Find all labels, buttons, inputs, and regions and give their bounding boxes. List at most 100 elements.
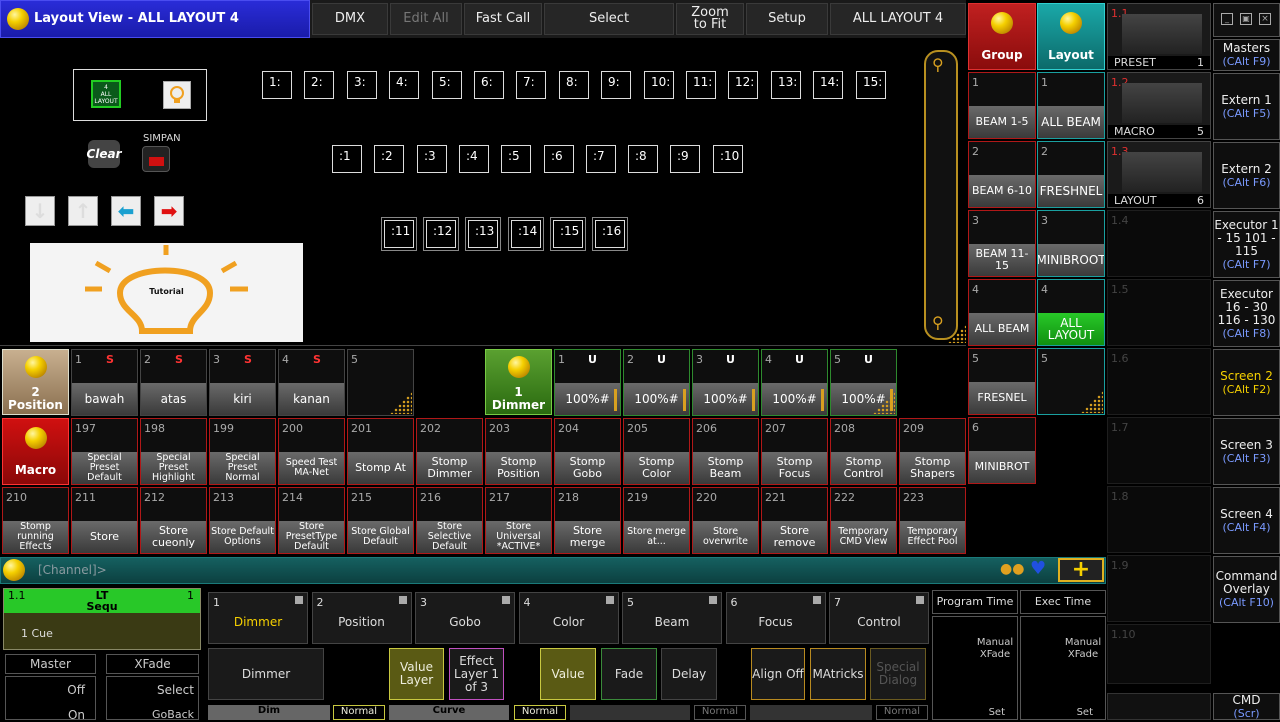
position-item-4[interactable]: 4 Skanan: [278, 349, 345, 416]
layout-tile-icon[interactable]: 4 ALL LAYOUT: [91, 80, 121, 108]
canvas-scrollbar[interactable]: [924, 50, 958, 340]
xfade-label[interactable]: XFade: [106, 654, 199, 674]
viewer-1.10[interactable]: 1.10: [1107, 624, 1211, 684]
dmx-button[interactable]: DMX: [312, 3, 388, 35]
dimmer-item-3[interactable]: 3 U 100%#: [692, 349, 759, 416]
fixture-1-12[interactable]: 12:: [728, 71, 758, 99]
position-item-1[interactable]: 1 Sbawah: [71, 349, 138, 416]
viewer-1.8[interactable]: 1.8: [1107, 486, 1211, 553]
macro-202[interactable]: 202 Stomp Dimmer: [416, 418, 483, 485]
fixture-3-5[interactable]: :15: [550, 217, 586, 251]
group-item-5[interactable]: 5 FRESNEL: [968, 348, 1036, 415]
viewer-1.6[interactable]: 1.6: [1107, 348, 1211, 415]
macro-208[interactable]: 208 Stomp Control: [830, 418, 897, 485]
macro-198[interactable]: 198 Special Preset Highlight: [140, 418, 207, 485]
normal-footer-2[interactable]: Normal: [514, 705, 566, 720]
preset-type-control[interactable]: 7 Control: [829, 592, 929, 644]
macro-206[interactable]: 206 Stomp Beam: [692, 418, 759, 485]
macro-199[interactable]: 199 Special Preset Normal: [209, 418, 276, 485]
fixture-1-2[interactable]: 2:: [304, 71, 334, 99]
dimmer-item-2[interactable]: 2 U 100%#: [623, 349, 690, 416]
edit-all-button[interactable]: Edit All: [390, 3, 462, 35]
fixture-1-10[interactable]: 10:: [644, 71, 674, 99]
normal-footer-4[interactable]: Normal: [876, 705, 928, 720]
align-button[interactable]: Align Off: [751, 648, 805, 700]
right-btn-8[interactable]: Screen 4 (CAlt F4): [1213, 487, 1280, 554]
macro-217[interactable]: 217 Store Universal *ACTIVE*: [485, 487, 552, 554]
fixture-2-7[interactable]: :7: [586, 145, 616, 173]
preset-type-focus[interactable]: 6 Focus: [725, 592, 826, 644]
fixture-2-2[interactable]: :2: [374, 145, 404, 173]
preset-type-dimmer[interactable]: 1 Dimmer: [208, 592, 308, 644]
fixture-2-5[interactable]: :5: [501, 145, 531, 173]
macro-214[interactable]: 214 Store PresetType Default: [278, 487, 345, 554]
command-line-input[interactable]: [Channel]>: [38, 563, 107, 577]
matricks-button[interactable]: MAtricks: [810, 648, 866, 700]
fixture-1-6[interactable]: 6:: [474, 71, 504, 99]
exec-time-fader[interactable]: Manual XFade Set: [1020, 616, 1106, 720]
fixture-3-4[interactable]: :14: [508, 217, 544, 251]
group-item-1[interactable]: 1 BEAM 1-5: [968, 72, 1036, 139]
viewer-1.3[interactable]: 1.3 LAYOUT 6: [1107, 141, 1211, 208]
layout-item-3[interactable]: 3 MINIBROOT: [1037, 210, 1105, 277]
arrow-left-icon[interactable]: ⬅: [111, 196, 141, 226]
master-label[interactable]: Master: [5, 654, 96, 674]
group-item-4[interactable]: 4 ALL BEAM: [968, 279, 1036, 346]
fixture-1-3[interactable]: 3:: [347, 71, 377, 99]
close-icon[interactable]: ×: [1259, 13, 1271, 25]
zoom-in-icon[interactable]: ⚲: [932, 55, 944, 74]
normal-footer-1[interactable]: Normal: [333, 705, 385, 720]
layout-pool-header[interactable]: Layout: [1037, 3, 1105, 70]
program-time-fader[interactable]: Manual XFade Set: [932, 616, 1018, 720]
viewer-1.5[interactable]: 1.5: [1107, 279, 1211, 346]
arrow-down-icon[interactable]: ↓: [25, 196, 55, 226]
macro-222[interactable]: 222 Temporary CMD View: [830, 487, 897, 554]
heart-icon[interactable]: ♥: [1030, 558, 1046, 579]
fixture-1-13[interactable]: 13:: [771, 71, 801, 99]
right-btn-2[interactable]: Extern 1 (CAlt F5): [1213, 73, 1280, 140]
arrow-up-icon[interactable]: ↑: [68, 196, 98, 226]
fixture-3-3[interactable]: :13: [465, 217, 501, 251]
master-fader[interactable]: Off On: [5, 676, 96, 722]
fixture-2-3[interactable]: :3: [417, 145, 447, 173]
fixture-2-4[interactable]: :4: [459, 145, 489, 173]
curve-footer[interactable]: Curve: [389, 705, 509, 720]
fixture-3-2[interactable]: :12: [423, 217, 459, 251]
fixture-1-1[interactable]: 1:: [262, 71, 292, 99]
program-time-label[interactable]: Program Time: [932, 590, 1018, 614]
macro-211[interactable]: 211 Store: [71, 487, 138, 554]
fixtures-icon[interactable]: ●●: [1000, 561, 1024, 581]
dimmer-item-1[interactable]: 1 U 100%#: [554, 349, 621, 416]
maximize-icon[interactable]: ▣: [1240, 13, 1252, 25]
group-pool-header[interactable]: Group: [968, 3, 1036, 70]
fixture-1-9[interactable]: 9:: [601, 71, 631, 99]
viewer-1.7[interactable]: 1.7: [1107, 417, 1211, 484]
viewer-1.4[interactable]: 1.4: [1107, 210, 1211, 277]
macro-221[interactable]: 221 Store remove: [761, 487, 828, 554]
macro-200[interactable]: 200 Speed Test MA-Net: [278, 418, 345, 485]
normal-footer-3[interactable]: Normal: [694, 705, 746, 720]
viewer-1.2[interactable]: 1.2 MACRO 5: [1107, 72, 1211, 139]
macro-201[interactable]: 201 Stomp At: [347, 418, 414, 485]
right-btn-5[interactable]: Executor 16 - 30 116 - 130 (CAlt F8): [1213, 280, 1280, 347]
macro-203[interactable]: 203 Stomp Position: [485, 418, 552, 485]
macro-210[interactable]: 210 Stomp running Effects: [2, 487, 69, 554]
layout-item-4[interactable]: 4 ALL LAYOUT: [1037, 279, 1105, 346]
position-pool-header[interactable]: 2 Position: [2, 349, 69, 415]
preset-type-color[interactable]: 4 Color: [518, 592, 619, 644]
dimmer-item-5[interactable]: 5 U 100%#: [830, 349, 897, 416]
macro-220[interactable]: 220 Store overwrite: [692, 487, 759, 554]
minimize-icon[interactable]: _: [1221, 13, 1233, 25]
fixture-1-11[interactable]: 11:: [686, 71, 716, 99]
simpan-button[interactable]: [142, 146, 170, 172]
value-button[interactable]: Value: [540, 648, 596, 700]
macro-213[interactable]: 213 Store Default Options: [209, 487, 276, 554]
fixture-1-7[interactable]: 7:: [516, 71, 546, 99]
viewer-1.9[interactable]: 1.9: [1107, 555, 1211, 622]
fixture-1-5[interactable]: 5:: [432, 71, 462, 99]
fast-call-button[interactable]: Fast Call: [464, 3, 542, 35]
fixture-1-4[interactable]: 4:: [389, 71, 419, 99]
right-btn-4[interactable]: Executor 1 - 15 101 - 115 (CAlt F7): [1213, 211, 1280, 278]
macro-223[interactable]: 223 Temporary Effect Pool: [899, 487, 966, 554]
add-plus-icon[interactable]: +: [1058, 558, 1104, 582]
